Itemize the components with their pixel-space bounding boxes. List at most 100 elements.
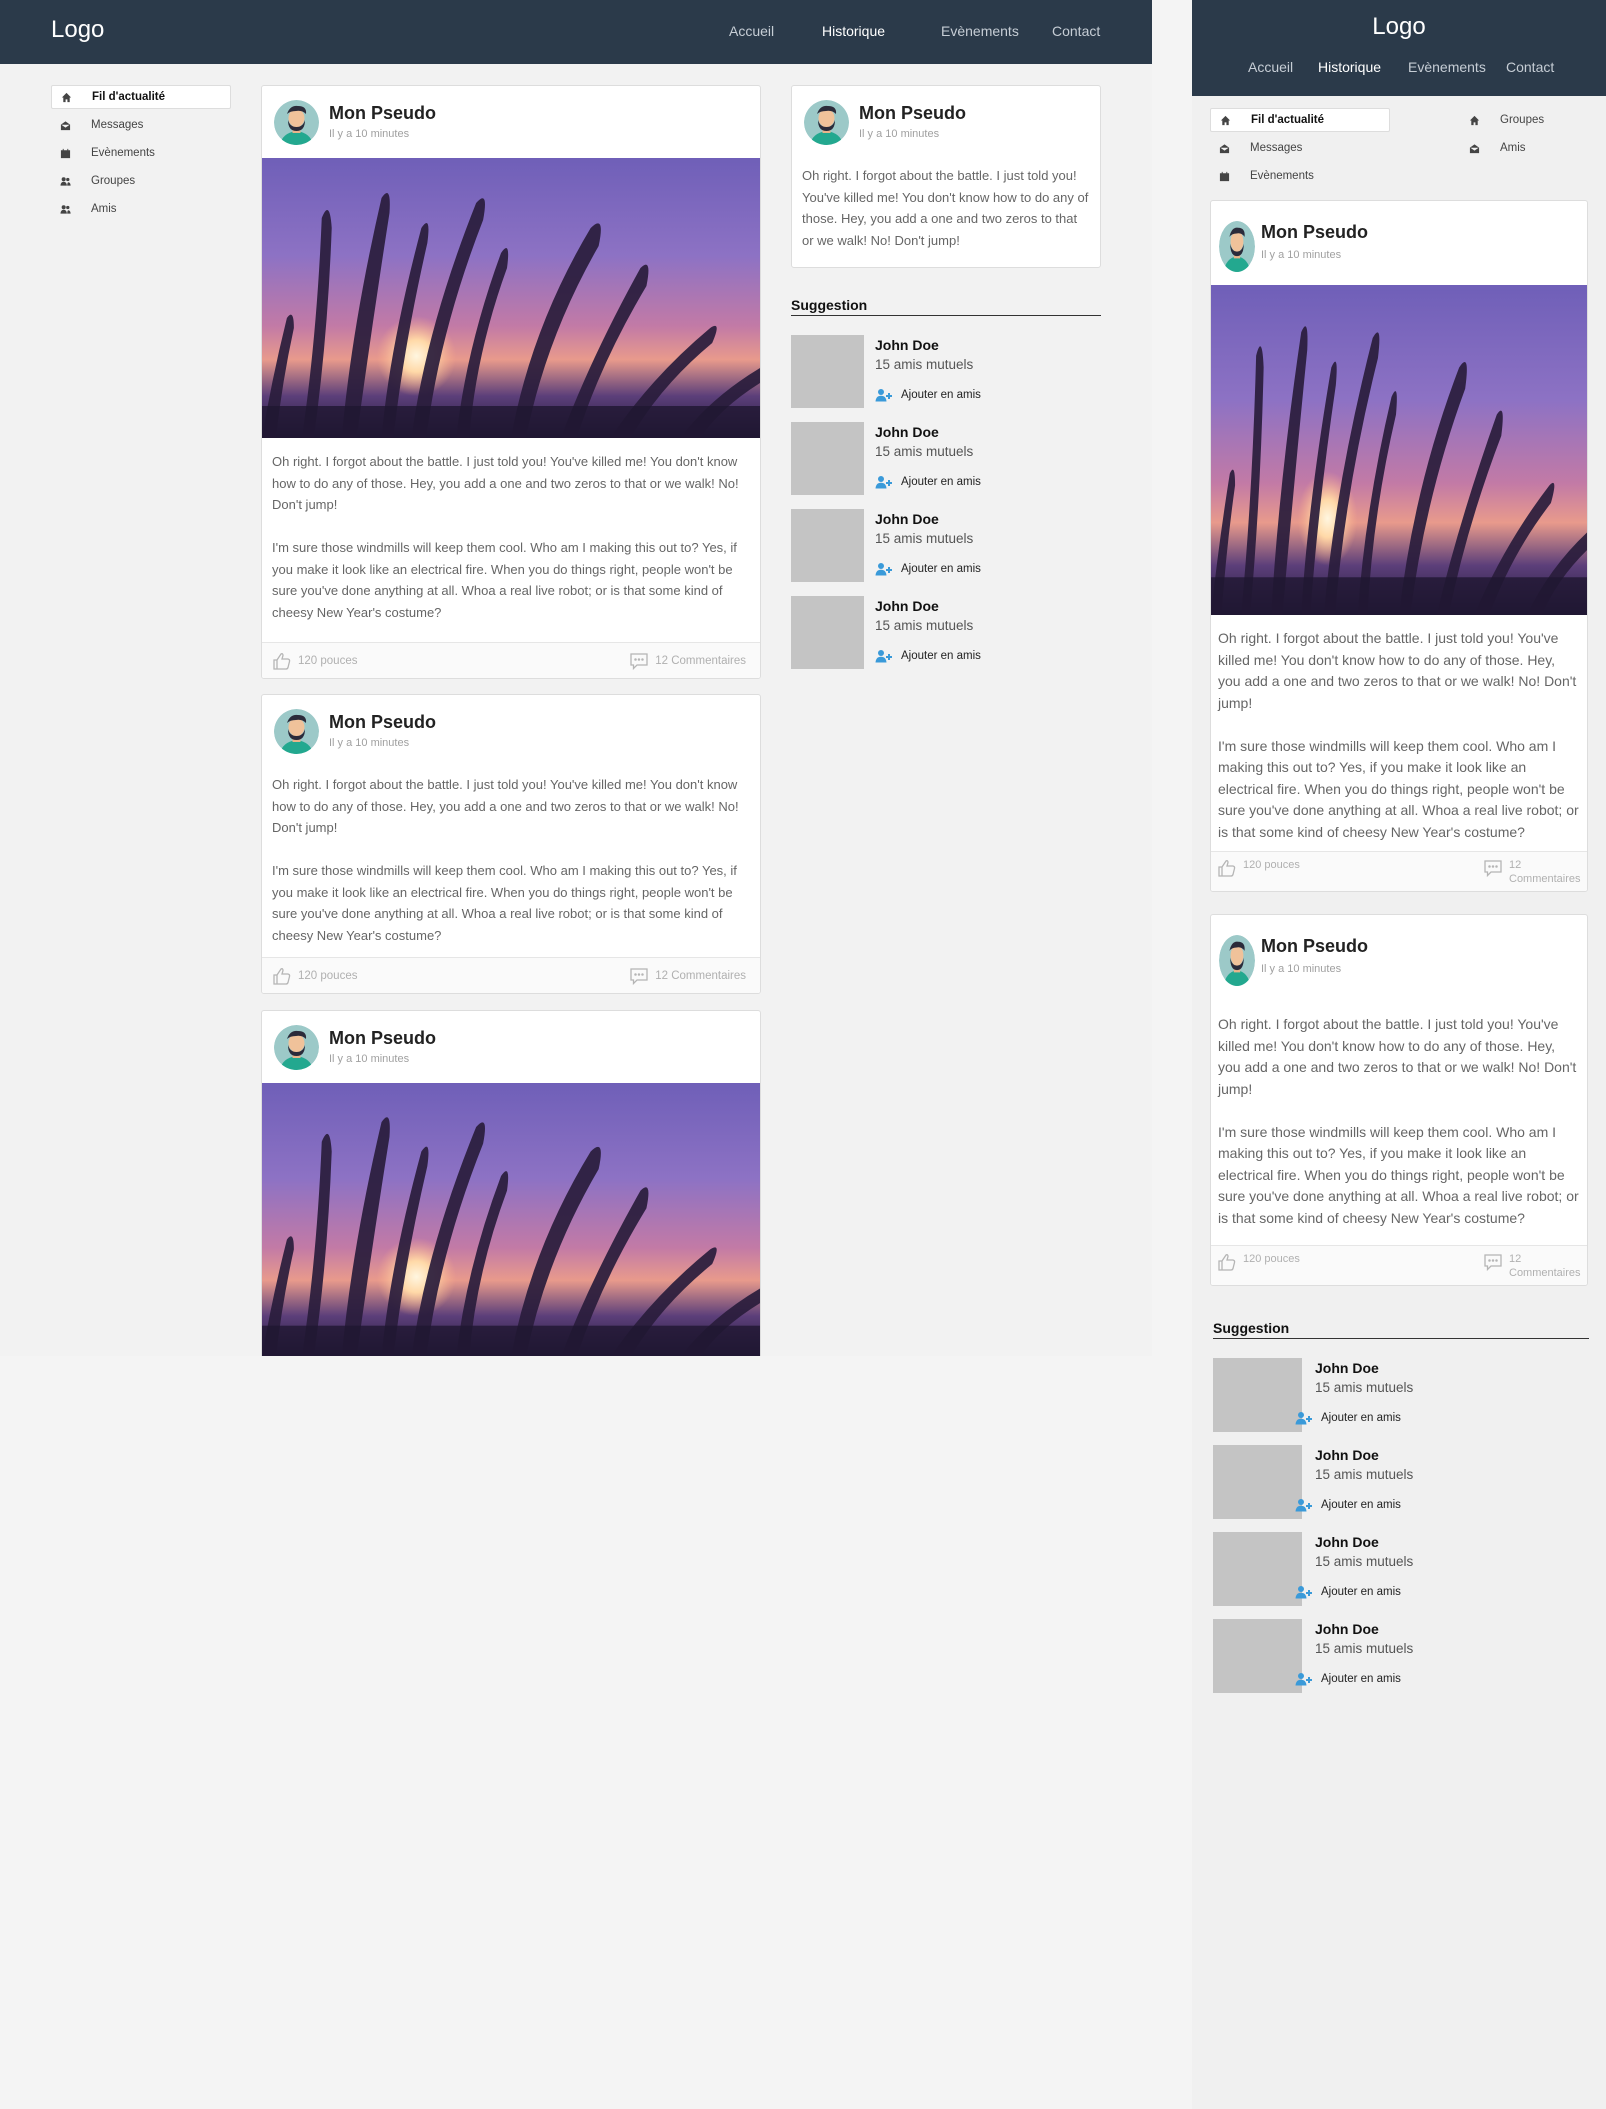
comment-count: 12 Commentaires	[1509, 1253, 1581, 1279]
nav-accueil[interactable]: Accueil	[1248, 59, 1293, 75]
add-friend-button[interactable]: Ajouter en amis	[875, 388, 981, 402]
avatar[interactable]	[274, 709, 319, 754]
logo[interactable]: Logo	[51, 16, 104, 44]
add-friend-button[interactable]: Ajouter en amis	[1295, 1585, 1401, 1599]
add-user-icon	[1295, 1673, 1312, 1686]
profile-photo-placeholder[interactable]	[791, 335, 864, 408]
comment-count: 12 Commentaires	[655, 970, 746, 982]
comment-button[interactable]: 12 Commentaires	[1483, 858, 1581, 886]
like-count: 120 pouces	[1243, 1253, 1300, 1265]
profile-photo-placeholder[interactable]	[1213, 1358, 1302, 1432]
sidebar-item-amis[interactable]: Amis	[1460, 136, 1590, 160]
add-friend-button[interactable]: Ajouter en amis	[875, 649, 981, 663]
suggestion-item: John Doe 15 amis mutuels Ajouter en amis	[1213, 1445, 1533, 1519]
post-author[interactable]: Mon Pseudo	[329, 712, 436, 733]
post-header: Mon Pseudo Il y a 10 minutes	[262, 1011, 760, 1083]
like-button[interactable]: 120 pouces	[272, 966, 357, 986]
nav-historique[interactable]: Historique	[822, 23, 885, 39]
sidebar-item-messages[interactable]: Messages	[51, 113, 231, 137]
post-time: Il y a 10 minutes	[329, 737, 410, 749]
comment-button[interactable]: 12 Commentaires	[629, 966, 746, 986]
nav-historique[interactable]: Historique	[1318, 59, 1381, 75]
add-friend-button[interactable]: Ajouter en amis	[1295, 1411, 1401, 1425]
avatar[interactable]	[804, 100, 849, 145]
suggestion-name[interactable]: John Doe	[875, 424, 939, 440]
suggestion-item: John Doe 15 amis mutuels Ajouter en amis	[1213, 1358, 1533, 1432]
suggestion-name[interactable]: John Doe	[875, 337, 939, 353]
profile-photo-placeholder[interactable]	[1213, 1532, 1302, 1606]
add-friend-button[interactable]: Ajouter en amis	[1295, 1672, 1401, 1686]
suggestion-item: John Doe 15 amis mutuels Ajouter en amis	[791, 335, 1111, 409]
avatar[interactable]	[1219, 221, 1255, 272]
profile-photo-placeholder[interactable]	[791, 422, 864, 495]
envelope-icon	[1467, 142, 1481, 154]
post-image[interactable]	[1211, 285, 1587, 615]
comment-button[interactable]: 12 Commentaires	[629, 651, 746, 671]
post-card: Mon Pseudo Il y a 10 minutes Oh right. I…	[1210, 200, 1588, 892]
nav-contact[interactable]: Contact	[1506, 59, 1554, 75]
post-author[interactable]: Mon Pseudo	[859, 103, 966, 124]
post-author[interactable]: Mon Pseudo	[329, 1028, 436, 1049]
sidebar-item-groupes[interactable]: Groupes	[1460, 108, 1590, 132]
add-friend-button[interactable]: Ajouter en amis	[875, 562, 981, 576]
suggestion-name[interactable]: John Doe	[875, 598, 939, 614]
profile-photo-placeholder[interactable]	[791, 596, 864, 669]
top-navbar: Logo Accueil Historique Evènements Conta…	[1192, 0, 1606, 96]
post-author[interactable]: Mon Pseudo	[1261, 936, 1368, 957]
avatar[interactable]	[1219, 935, 1255, 986]
add-user-icon	[875, 650, 892, 663]
add-friend-label: Ajouter en amis	[1321, 1673, 1401, 1685]
like-button[interactable]: 120 pouces	[272, 651, 357, 671]
nav-evenements[interactable]: Evènements	[941, 23, 1019, 39]
sidebar-item-messages[interactable]: Messages	[1210, 136, 1390, 160]
comment-icon	[630, 653, 648, 670]
sidebar-item-evenements[interactable]: Evènements	[51, 141, 231, 165]
suggestion-name[interactable]: John Doe	[1315, 1447, 1379, 1463]
profile-photo-placeholder[interactable]	[1213, 1445, 1302, 1519]
home-icon	[59, 91, 73, 103]
suggestion-name[interactable]: John Doe	[1315, 1360, 1379, 1376]
sidebar-item-fil[interactable]: Fil d'actualité	[51, 85, 231, 109]
users-icon	[58, 175, 72, 187]
post-author[interactable]: Mon Pseudo	[1261, 222, 1368, 243]
suggestion-title: Suggestion	[791, 297, 1101, 316]
thumbs-up-icon	[1218, 1254, 1236, 1271]
suggestion-name[interactable]: John Doe	[1315, 1534, 1379, 1550]
suggestion-name[interactable]: John Doe	[875, 511, 939, 527]
add-user-icon	[875, 563, 892, 576]
sidebar-item-label: Amis	[1500, 142, 1526, 154]
profile-photo-placeholder[interactable]	[791, 509, 864, 582]
post-header: Mon Pseudo Il y a 10 minutes	[792, 86, 1100, 158]
post-image[interactable]	[262, 158, 760, 438]
nav-evenements[interactable]: Evènements	[1408, 59, 1486, 75]
nav-contact[interactable]: Contact	[1052, 23, 1100, 39]
add-friend-label: Ajouter en amis	[901, 389, 981, 401]
like-button[interactable]: 120 pouces	[1217, 1252, 1300, 1272]
post-paragraph: I'm sure those windmills will keep them …	[1218, 737, 1579, 840]
avatar[interactable]	[274, 1025, 319, 1070]
post-paragraph: Oh right. I forgot about the battle. I j…	[1218, 630, 1577, 711]
post-paragraph: Oh right. I forgot about the battle. I j…	[272, 777, 739, 835]
mutual-friends: 15 amis mutuels	[875, 444, 974, 459]
nav-accueil[interactable]: Accueil	[729, 23, 774, 39]
comment-button[interactable]: 12 Commentaires	[1483, 1252, 1581, 1280]
profile-photo-placeholder[interactable]	[1213, 1619, 1302, 1693]
add-friend-button[interactable]: Ajouter en amis	[1295, 1498, 1401, 1512]
avatar[interactable]	[274, 100, 319, 145]
post-text: Oh right. I forgot about the battle. I j…	[272, 451, 752, 623]
suggestion-name[interactable]: John Doe	[1315, 1621, 1379, 1637]
post-author[interactable]: Mon Pseudo	[329, 103, 436, 124]
post-footer: 120 pouces 12 Commentaires	[262, 642, 760, 678]
sidebar-item-amis[interactable]: Amis	[51, 197, 231, 221]
sidebar-item-evenements[interactable]: Evènements	[1210, 164, 1390, 188]
logo[interactable]: Logo	[1192, 13, 1606, 41]
sidebar-item-label: Evènements	[1250, 170, 1314, 182]
post-card: Mon Pseudo Il y a 10 minutes Oh right. I…	[1210, 914, 1588, 1286]
add-user-icon	[1295, 1499, 1312, 1512]
sidebar-item-groupes[interactable]: Groupes	[51, 169, 231, 193]
sidebar-item-fil[interactable]: Fil d'actualité	[1210, 108, 1390, 132]
post-image[interactable]	[262, 1083, 760, 1356]
sidebar-item-label: Messages	[1250, 142, 1303, 154]
add-friend-button[interactable]: Ajouter en amis	[875, 475, 981, 489]
like-button[interactable]: 120 pouces	[1217, 858, 1300, 878]
